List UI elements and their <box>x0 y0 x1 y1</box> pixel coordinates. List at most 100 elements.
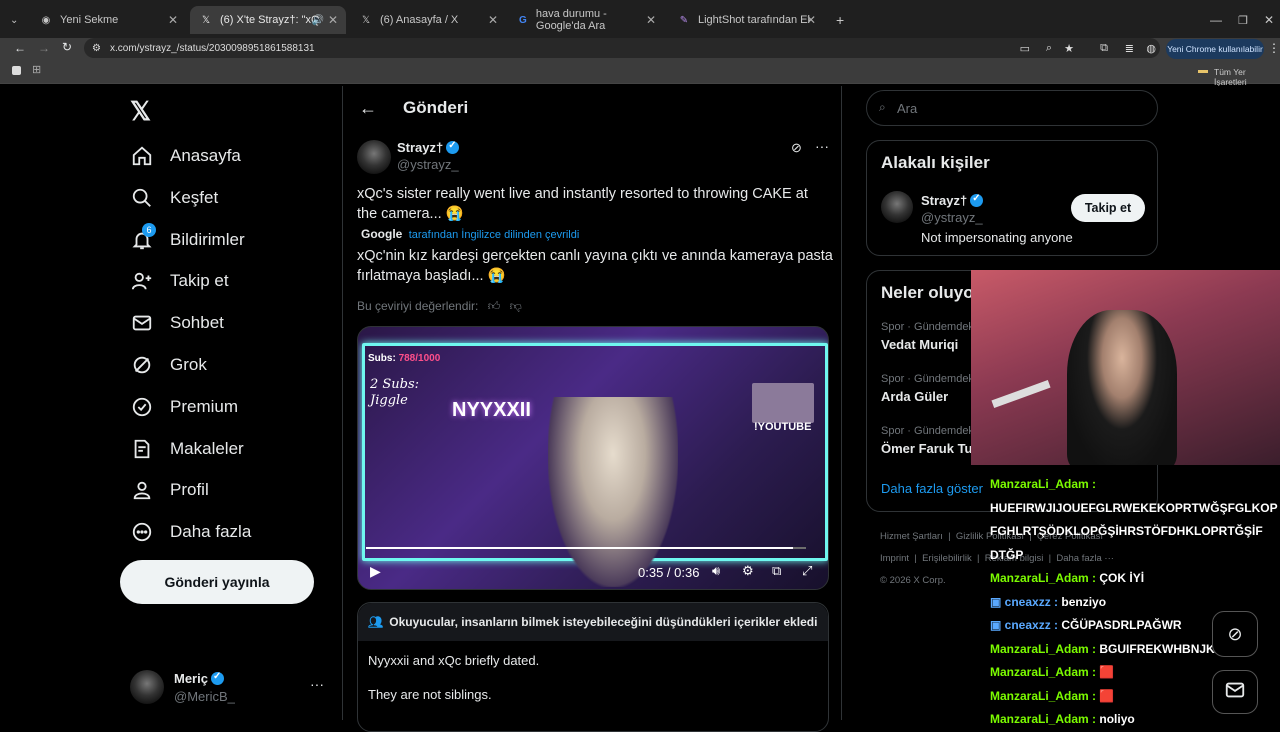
zoom-icon[interactable]: ⌕ <box>1046 42 1052 55</box>
thumbs-up-icon[interactable]: 👍︎ <box>488 299 501 313</box>
nav-item-chat[interactable]: Sohbet <box>130 303 224 343</box>
all-bookmarks-link[interactable]: Tüm Yer İşaretleri <box>1214 67 1280 87</box>
chrome-icon: ◉ <box>41 14 51 26</box>
nav-item-articles[interactable]: Makaleler <box>130 429 244 469</box>
video-player[interactable]: Subs: 788/1000 2 Subs: Jiggle NYYXXII !Y… <box>357 326 829 590</box>
back-icon[interactable]: ← <box>14 41 26 55</box>
post-button[interactable]: Gönderi yayınla <box>120 560 314 604</box>
picture-in-picture-icon[interactable]: ⧉ <box>772 563 781 579</box>
grok-float-button[interactable]: ⊘ <box>1212 611 1258 657</box>
settings-icon[interactable]: ⚙ <box>742 563 754 579</box>
close-icon[interactable]: ✕ <box>646 13 656 27</box>
verified-icon <box>970 193 984 207</box>
avatar <box>130 670 164 704</box>
chat-username: ManzaraLi_Adam : <box>990 665 1097 679</box>
chat-text: ÇOK İYİ <box>1096 571 1145 585</box>
post-text-original: xQc's sister really went live and instan… <box>357 186 808 222</box>
streamer-figure <box>1067 310 1177 465</box>
bookmarks-bar: ⊞ ▬ Tüm Yer İşaretleri <box>0 60 1280 87</box>
forward-icon[interactable]: → <box>38 41 50 55</box>
trend-item[interactable]: Spor · Gündemdek Ömer Faruk Tur <box>881 425 978 456</box>
reload-icon[interactable]: ↻ <box>62 40 72 54</box>
page-title: Gönderi <box>403 98 469 117</box>
speaker-icon[interactable]: 🔊 <box>312 15 324 26</box>
tab-strayz-post[interactable]: 𝕏 (6) X'te Strayz†: "xQc's sister 🔊 ✕ <box>190 6 346 34</box>
extensions-icon[interactable]: ⧉ <box>1100 42 1108 55</box>
grok-icon[interactable]: ⊘ <box>791 140 802 156</box>
more-dots-icon[interactable]: ··· <box>310 676 324 692</box>
more-dots-icon[interactable]: ··· <box>815 138 829 154</box>
nav-item-follow[interactable]: Takip et <box>130 261 229 301</box>
video-progress-track[interactable] <box>366 547 806 549</box>
search-icon: ⌕ <box>879 100 886 114</box>
new-tab-button[interactable]: + <box>826 6 846 34</box>
bell-icon: 6 <box>130 223 156 252</box>
apps-grid-icon[interactable]: ⊞ <box>32 63 41 76</box>
chrome-update-button[interactable]: Yeni Chrome kullanılabilir <box>1166 39 1264 59</box>
play-icon[interactable]: ▶ <box>370 563 381 580</box>
tab-new[interactable]: ◉ Yeni Sekme ✕ <box>30 6 186 34</box>
stream-chat <box>370 467 480 557</box>
tab-lightshot[interactable]: ✎ LightShot tarafından Ekran Gör ✕ <box>668 6 824 34</box>
chat-message: FGHLRTŞÖDKLOPĞŞİHRSTÖFDHKLOPRTĞŞİF <box>990 520 1280 544</box>
chat-text: FGHLRTŞÖDKLOPĞŞİHRSTÖFDHKLOPRTĞŞİF <box>990 524 1263 538</box>
chrome-menu-icon[interactable]: ⋮ <box>1268 41 1280 55</box>
chat-text: noliyo <box>1096 712 1135 726</box>
account-switcher[interactable]: Meriç @MericB_ ··· <box>130 670 330 706</box>
address-bar[interactable]: ⚙ x.com/ystrayz_/status/2030098951861588… <box>84 38 1160 58</box>
bookmark-star-icon[interactable]: ★ <box>1064 42 1074 55</box>
chat-username: ManzaraLi_Adam : <box>990 477 1097 491</box>
google-icon: G <box>519 14 527 26</box>
nav-item-premium[interactable]: Premium <box>130 387 238 427</box>
author-handle[interactable]: @ystrayz_ <box>397 157 459 172</box>
show-more-link[interactable]: Daha fazla göster <box>881 481 983 496</box>
articles-icon <box>130 437 154 461</box>
rate-translation: Bu çeviriyi değerlendir: 👍︎ 👎︎ <box>357 299 522 313</box>
close-icon[interactable]: ✕ <box>488 13 498 27</box>
community-note: 👥︎ Okuyucular, insanların bilmek isteyebi… <box>357 602 829 732</box>
window-close-button[interactable]: ✕ <box>1254 6 1280 34</box>
tab-weather[interactable]: G hava durumu - Google'da Ara ✕ <box>508 6 664 34</box>
related-people-card: Alakalı kişiler Strayz† @ystrayz_ Not im… <box>866 140 1158 256</box>
tab-search-button[interactable]: ⌄ <box>0 6 28 34</box>
search-input[interactable]: ⌕ Ara <box>866 90 1158 126</box>
nav-item-grok[interactable]: Grok <box>130 345 207 385</box>
volume-icon[interactable]: 🔊︎ <box>712 563 720 579</box>
chat-message: ManzaraLi_Adam : ÇOK İYİ <box>990 567 1280 591</box>
media-icon[interactable]: ≣ <box>1125 42 1134 55</box>
chat-username: ManzaraLi_Adam : <box>990 571 1097 585</box>
avatar[interactable] <box>881 191 913 223</box>
translation-link[interactable]: tarafından İngilizce dilinden çevrildi <box>409 229 580 241</box>
close-icon[interactable]: ✕ <box>168 13 178 27</box>
profile-icon[interactable]: ◍ <box>1146 42 1156 55</box>
premium-icon <box>130 395 154 419</box>
thumbs-down-icon[interactable]: 👎︎ <box>510 299 522 313</box>
bookmark-app-icon[interactable] <box>12 66 21 75</box>
mic-arm <box>991 379 1051 409</box>
cast-icon[interactable]: ▭ <box>1020 42 1030 55</box>
tab-home[interactable]: 𝕏 (6) Anasayfa / X ✕ <box>350 6 506 34</box>
left-navigation: 𝕏 Anasayfa Keşfet 6 Bildirimler Takip et… <box>120 86 340 720</box>
mail-icon <box>130 311 154 335</box>
author-avatar[interactable] <box>357 140 391 174</box>
nav-item-more[interactable]: Daha fazla <box>130 512 251 552</box>
follow-button[interactable]: Takip et <box>1071 194 1145 222</box>
messages-float-button[interactable] <box>1212 670 1258 714</box>
nav-item-home[interactable]: Anasayfa <box>130 136 241 176</box>
back-arrow-icon[interactable]: ← <box>359 98 377 119</box>
trend-item[interactable]: Spor · Gündemdek Arda Güler <box>881 373 974 404</box>
trend-item[interactable]: Spor · Gündemdek Vedat Muriqi <box>881 321 974 352</box>
fullscreen-icon[interactable]: ⤢ <box>802 563 812 579</box>
close-icon[interactable]: ✕ <box>328 13 338 27</box>
close-icon[interactable]: ✕ <box>806 13 816 27</box>
nav-item-explore[interactable]: Keşfet <box>130 178 218 218</box>
nav-item-profile[interactable]: Profil <box>130 470 209 510</box>
home-icon <box>130 144 154 168</box>
x-logo-icon[interactable]: 𝕏 <box>130 96 151 127</box>
site-info-icon[interactable]: ⚙ <box>92 43 101 54</box>
chat-text: HUEFIRWJIJOUEFGLRWEKEKOPRTWĞŞFGLKOP <box>990 500 1278 515</box>
nav-item-notifications[interactable]: 6 Bildirimler <box>130 220 245 260</box>
chat-message: ManzaraLi_Adam : <box>990 473 1280 497</box>
browser-toolbar: ← → ↻ ⚙ x.com/ystrayz_/status/2030098951… <box>0 38 1280 60</box>
author-name[interactable]: Strayz† <box>397 140 460 155</box>
